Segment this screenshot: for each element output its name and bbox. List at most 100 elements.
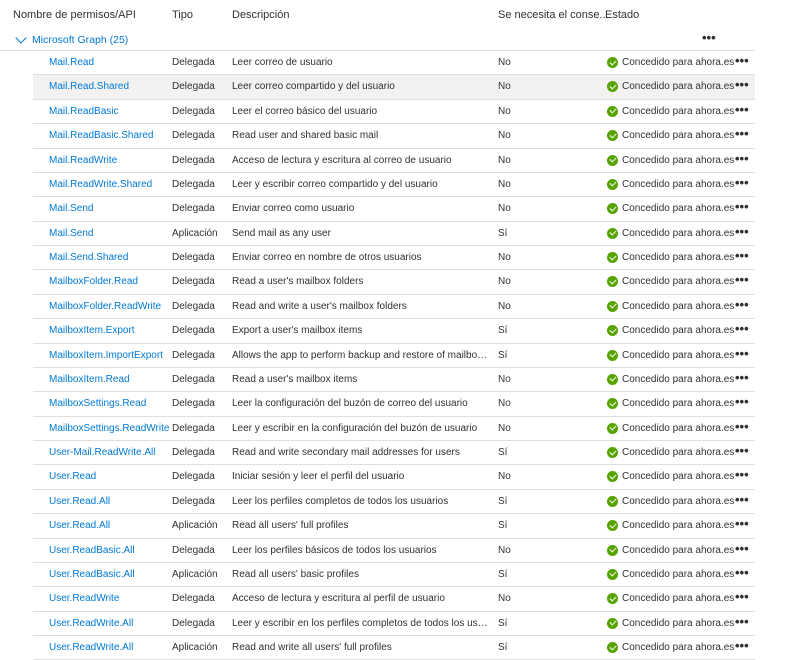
more-icon[interactable]: •••	[735, 152, 749, 165]
table-row[interactable]: Mail.Read Delegada Leer correo de usuario N…	[33, 51, 755, 76]
permission-name-link[interactable]: MailboxFolder.Read	[49, 276, 169, 287]
table-row[interactable]: Mail.Send Delegada Enviar correo como usua…	[33, 197, 755, 222]
permission-name-link[interactable]: Mail.ReadBasic	[49, 106, 169, 117]
table-row[interactable]: User.Read.All Delegada Leer los perfiles c…	[33, 490, 755, 515]
col-header-description[interactable]: Descripción	[232, 9, 289, 21]
chevron-down-icon[interactable]	[15, 32, 27, 44]
permission-type: Delegada	[172, 495, 215, 507]
permission-name-link[interactable]: User.ReadWrite.All	[49, 642, 169, 653]
more-icon[interactable]: •••	[735, 273, 749, 286]
table-row[interactable]: MailboxFolder.ReadWrite Delegada Read and …	[33, 295, 755, 320]
more-icon[interactable]: •••	[735, 395, 749, 408]
table-row[interactable]: Mail.Send Aplicación Send mail as any user…	[33, 222, 755, 246]
permission-name-link[interactable]: MailboxFolder.ReadWrite	[49, 301, 169, 312]
more-icon[interactable]: •••	[702, 31, 716, 44]
permission-name-link[interactable]: User.Read.All	[49, 496, 169, 507]
more-icon[interactable]: •••	[735, 444, 749, 457]
table-row[interactable]: MailboxFolder.Read Delegada Read a user's …	[33, 270, 755, 295]
permission-name-link[interactable]: Mail.Send	[49, 228, 169, 239]
check-circle-icon	[607, 227, 618, 239]
table-row[interactable]: User.ReadWrite.All Delegada Leer y escribi…	[33, 612, 755, 636]
more-icon[interactable]: •••	[735, 322, 749, 335]
table-row[interactable]: User.ReadWrite Delegada Acceso de lectura …	[33, 587, 755, 612]
table-row[interactable]: MailboxSettings.Read Delegada Leer la conf…	[33, 392, 755, 417]
check-circle-icon	[607, 252, 618, 263]
permission-name-link[interactable]: MailboxItem.Read	[49, 374, 169, 385]
more-icon[interactable]: •••	[735, 78, 749, 91]
permission-name-link[interactable]: User.ReadBasic.All	[49, 545, 169, 556]
admin-consent-required: Sí	[498, 495, 508, 507]
permission-name-link[interactable]: MailboxSettings.ReadWrite	[49, 423, 169, 434]
permission-name-link[interactable]: Mail.ReadBasic.Shared	[49, 130, 169, 141]
permission-name-link[interactable]: User.Read.All	[49, 520, 169, 531]
more-icon[interactable]: •••	[735, 298, 749, 311]
table-row[interactable]: MailboxItem.Export Delegada Export a user'…	[33, 319, 755, 344]
table-row[interactable]: User.Read Delegada Iniciar sesión y leer e…	[33, 465, 755, 490]
permission-name-link[interactable]: User.ReadWrite.All	[49, 618, 169, 629]
more-icon[interactable]: •••	[735, 639, 749, 652]
table-row[interactable]: Mail.ReadBasic Delegada Leer el correo bás…	[33, 100, 755, 125]
group-row-microsoft-graph[interactable]: Microsoft Graph (25) •••	[0, 28, 755, 51]
more-icon[interactable]: •••	[735, 493, 749, 506]
permission-description: Acceso de lectura y escritura al correo …	[232, 154, 452, 166]
col-header-type[interactable]: Tipo	[172, 9, 193, 21]
permission-type: Delegada	[172, 203, 215, 215]
table-row[interactable]: Mail.Send.Shared Delegada Enviar correo en…	[33, 246, 755, 271]
permission-name-link[interactable]: MailboxItem.Export	[49, 325, 169, 336]
permissions-table: Nombre de permisos/API Tipo Descripción …	[0, 0, 802, 660]
table-row[interactable]: MailboxSettings.ReadWrite Delegada Leer y …	[33, 417, 755, 441]
permission-name-link[interactable]: MailboxSettings.Read	[49, 398, 169, 409]
table-row[interactable]: User-Mail.ReadWrite.All Delegada Read and …	[33, 441, 755, 466]
table-body: Mail.Read Delegada Leer correo de usuario N…	[0, 51, 802, 660]
more-icon[interactable]: •••	[735, 468, 749, 481]
more-icon[interactable]: •••	[735, 615, 749, 628]
table-row[interactable]: User.ReadBasic.All Aplicación Read all use…	[33, 563, 755, 588]
col-header-consent[interactable]: Se necesita el conse...	[498, 9, 609, 21]
more-icon[interactable]: •••	[735, 54, 749, 67]
more-icon[interactable]: •••	[735, 517, 749, 530]
more-icon[interactable]: •••	[735, 542, 749, 555]
table-row[interactable]: User.ReadBasic.All Delegada Leer los perfi…	[33, 539, 755, 563]
permission-name-link[interactable]: User.ReadWrite	[49, 593, 169, 604]
permission-name-link[interactable]: Mail.ReadWrite.Shared	[49, 179, 169, 190]
col-header-status[interactable]: Estado	[605, 9, 639, 21]
admin-consent-required: Sí	[498, 325, 508, 337]
col-header-name[interactable]: Nombre de permisos/API	[13, 9, 136, 21]
table-row[interactable]: Mail.ReadBasic.Shared Delegada Read user a…	[33, 124, 755, 149]
table-row[interactable]: Mail.ReadWrite.Shared Delegada Leer y escr…	[33, 173, 755, 198]
more-icon[interactable]: •••	[735, 176, 749, 189]
permission-name-link[interactable]: MailboxItem.ImportExport	[49, 350, 169, 361]
permission-type: Delegada	[172, 300, 215, 312]
permission-name-link[interactable]: Mail.ReadWrite	[49, 155, 169, 166]
permission-name-link[interactable]: User.ReadBasic.All	[49, 569, 169, 580]
more-icon[interactable]: •••	[735, 103, 749, 116]
permission-name-link[interactable]: Mail.Send.Shared	[49, 252, 169, 263]
table-row[interactable]: User.ReadWrite.All Aplicación Read and wri…	[33, 636, 755, 660]
permission-name-link[interactable]: Mail.Read.Shared	[49, 81, 169, 92]
more-icon[interactable]: •••	[735, 249, 749, 262]
table-row[interactable]: MailboxItem.Read Delegada Read a user's ma…	[33, 368, 755, 393]
table-row[interactable]: User.Read.All Aplicación Read all users' f…	[33, 514, 755, 539]
more-icon[interactable]: •••	[735, 347, 749, 360]
permission-type: Delegada	[172, 398, 215, 410]
more-icon[interactable]: •••	[735, 127, 749, 140]
table-row[interactable]: MailboxItem.ImportExport Delegada Allows t…	[33, 344, 755, 368]
permission-name-link[interactable]: User-Mail.ReadWrite.All	[49, 447, 169, 458]
more-icon[interactable]: •••	[735, 225, 749, 238]
permission-name-link[interactable]: User.Read	[49, 471, 169, 482]
more-icon[interactable]: •••	[735, 590, 749, 603]
table-row[interactable]: Mail.ReadWrite Delegada Acceso de lectura …	[33, 149, 755, 173]
table-row[interactable]: Mail.Read.Shared Delegada Leer correo comp…	[33, 75, 755, 100]
check-circle-icon	[607, 495, 618, 507]
permission-name-link[interactable]: Mail.Send	[49, 203, 169, 214]
permission-type: Aplicación	[172, 642, 218, 653]
status-text: Concedido para ahora.es	[622, 422, 735, 434]
permission-type: Delegada	[172, 154, 215, 166]
more-icon[interactable]: •••	[735, 200, 749, 213]
more-icon[interactable]: •••	[735, 420, 749, 433]
more-icon[interactable]: •••	[735, 566, 749, 579]
status-text: Concedido para ahora.es	[622, 203, 735, 215]
more-icon[interactable]: •••	[735, 371, 749, 384]
permission-name-link[interactable]: Mail.Read	[49, 57, 169, 68]
group-label[interactable]: Microsoft Graph (25)	[32, 34, 128, 46]
